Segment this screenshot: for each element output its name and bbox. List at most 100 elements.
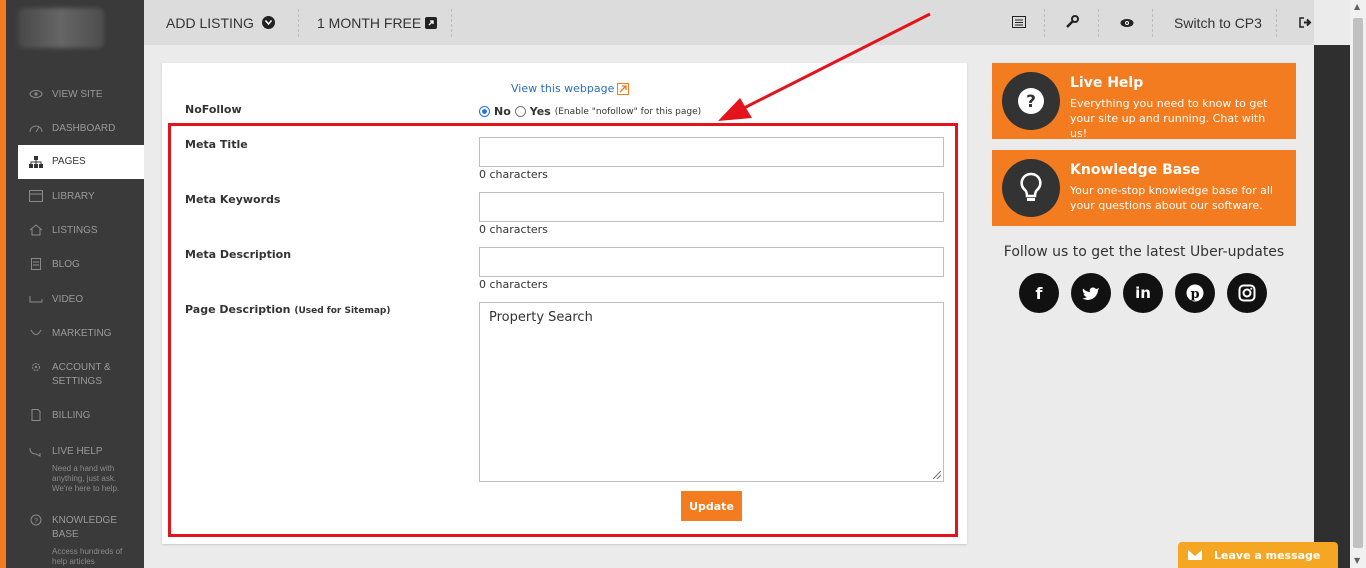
sidebar-item-account-settings[interactable]: ACCOUNT & SETTINGS xyxy=(18,361,144,389)
sidebar: VIEW SITE DASHBOARD PAGES LIBRARY LISTIN… xyxy=(6,0,144,568)
chat-icon xyxy=(28,445,44,457)
add-listing-button[interactable]: ADD LISTING xyxy=(166,0,275,45)
twitter-icon[interactable] xyxy=(1071,273,1111,313)
sidebar-item-billing[interactable]: BILLING xyxy=(18,409,144,423)
nofollow-yes-label: Yes xyxy=(529,105,551,118)
svg-text:p: p xyxy=(1190,287,1199,302)
sidebar-item-live-help[interactable]: LIVE HELP Need a hand with anything, jus… xyxy=(18,445,144,494)
linkedin-icon[interactable]: in xyxy=(1123,273,1163,313)
nofollow-yes-radio[interactable] xyxy=(514,106,526,117)
page-description-label: Page Description xyxy=(185,303,291,316)
preview-button[interactable] xyxy=(1120,0,1134,45)
svg-text:?: ? xyxy=(34,518,38,525)
sidebar-item-library[interactable]: LIBRARY xyxy=(18,190,144,204)
page-description-note: (Used for Sitemap) xyxy=(294,306,391,316)
question-icon: ? xyxy=(28,514,44,526)
sidebar-item-label: DASHBOARD xyxy=(52,123,116,134)
live-help-desc: Everything you need to know to get your … xyxy=(1070,97,1268,140)
knowledge-base-card[interactable]: Knowledge Base Your one-stop knowledge b… xyxy=(992,150,1296,226)
page-description-label-row: Page Description (Used for Sitemap) xyxy=(185,303,390,316)
external-link-icon xyxy=(617,82,630,95)
update-button[interactable]: Update xyxy=(681,491,742,521)
sidebar-item-label: VIDEO xyxy=(52,294,84,305)
sidebar-item-marketing[interactable]: MARKETING xyxy=(18,327,144,341)
list-button[interactable] xyxy=(1012,0,1026,45)
separator xyxy=(1098,9,1099,37)
eye-icon xyxy=(28,88,44,100)
sidebar-item-view-site[interactable]: VIEW SITE xyxy=(18,88,144,102)
nofollow-no-label: No xyxy=(494,105,511,118)
live-help-title: Live Help xyxy=(1070,75,1144,91)
pinterest-icon[interactable]: p xyxy=(1175,273,1215,313)
meta-description-label: Meta Description xyxy=(185,248,292,261)
facebook-icon[interactable]: f xyxy=(1019,273,1059,313)
video-icon xyxy=(28,293,44,305)
meta-description-counter: 0 characters xyxy=(479,278,548,291)
logo[interactable] xyxy=(18,8,104,48)
view-webpage-link[interactable]: View this webpage xyxy=(511,82,630,95)
month-free-label: 1 MONTH FREE xyxy=(317,14,422,31)
sidebar-item-knowledge-base[interactable]: ? KNOWLEDGE BASE Access hundreds of help… xyxy=(18,514,144,567)
svg-text:?: ? xyxy=(1026,92,1036,112)
list-icon xyxy=(1012,15,1026,31)
leave-message-widget[interactable]: Leave a message xyxy=(1178,542,1338,568)
chevron-down-icon xyxy=(261,16,275,29)
sidebar-item-label: LIBRARY xyxy=(52,191,95,202)
question-circle-icon: ? xyxy=(1002,72,1060,130)
sidebar-item-label: LISTINGS xyxy=(52,225,98,236)
sitemap-icon xyxy=(28,156,44,168)
separator xyxy=(298,9,299,37)
tools-button[interactable] xyxy=(1066,0,1079,45)
knowledge-base-desc: Your one-stop knowledge base for all you… xyxy=(1070,184,1273,212)
sidebar-item-label: KNOWLEDGE BASE xyxy=(52,515,118,540)
external-link-icon xyxy=(425,16,438,29)
page-description-value: Property Search xyxy=(489,310,593,325)
separator xyxy=(451,9,452,37)
switch-cp3-link[interactable]: Switch to CP3 xyxy=(1174,0,1262,45)
wrench-icon xyxy=(1066,14,1079,31)
scroll-down-icon[interactable]: ▼ xyxy=(1354,556,1360,565)
image-icon xyxy=(28,190,44,202)
month-free-link[interactable]: 1 MONTH FREE xyxy=(317,0,438,45)
separator xyxy=(1044,9,1045,37)
separator xyxy=(1152,9,1153,37)
page-settings-card: View this webpage NoFollow No Yes (Enabl… xyxy=(162,63,967,544)
leave-message-label: Leave a message xyxy=(1214,548,1321,562)
meta-title-input[interactable] xyxy=(479,137,944,167)
lightbulb-icon xyxy=(1002,159,1060,217)
home-icon xyxy=(28,224,44,236)
annotation-arrow xyxy=(718,12,931,121)
scroll-up-icon[interactable]: ▲ xyxy=(1354,2,1360,11)
meta-description-input[interactable] xyxy=(479,247,944,277)
live-help-card[interactable]: ? Live Help Everything you need to know … xyxy=(992,63,1296,140)
sidebar-item-label: BLOG xyxy=(52,259,80,270)
nofollow-radio-group: No Yes (Enable "nofollow" for this page) xyxy=(479,105,701,118)
sidebar-item-subtext: Need a hand with anything, just ask. We'… xyxy=(52,464,120,493)
page-description-textarea[interactable]: Property Search xyxy=(479,302,944,482)
meta-keywords-label: Meta Keywords xyxy=(185,193,281,206)
switch-cp3-label: Switch to CP3 xyxy=(1174,14,1262,31)
eye-icon xyxy=(1120,15,1134,31)
gauge-icon xyxy=(28,122,44,134)
meta-keywords-input[interactable] xyxy=(479,192,944,222)
document-icon xyxy=(28,258,44,270)
sidebar-item-label: PAGES xyxy=(52,156,86,167)
nofollow-hint: (Enable "nofollow" for this page) xyxy=(554,106,702,117)
nofollow-no-radio[interactable] xyxy=(479,106,490,117)
add-listing-label: ADD LISTING xyxy=(166,14,254,31)
right-edge-strip xyxy=(1314,45,1350,568)
resize-handle-icon[interactable] xyxy=(933,471,941,479)
sidebar-item-dashboard[interactable]: DASHBOARD xyxy=(18,122,144,136)
sidebar-item-blog[interactable]: BLOG xyxy=(18,258,144,272)
sign-out-button[interactable] xyxy=(1299,0,1312,45)
scrollbar-thumb[interactable] xyxy=(1353,18,1363,548)
sidebar-item-video[interactable]: VIDEO xyxy=(18,293,144,307)
separator xyxy=(1276,9,1277,37)
meta-keywords-counter: 0 characters xyxy=(479,223,548,236)
gear-icon xyxy=(28,361,44,373)
sidebar-item-pages[interactable]: PAGES xyxy=(18,145,144,179)
sidebar-item-listings[interactable]: LISTINGS xyxy=(18,224,144,238)
meta-title-counter: 0 characters xyxy=(479,168,548,181)
instagram-icon[interactable] xyxy=(1227,273,1267,313)
sidebar-item-label: VIEW SITE xyxy=(52,89,103,100)
